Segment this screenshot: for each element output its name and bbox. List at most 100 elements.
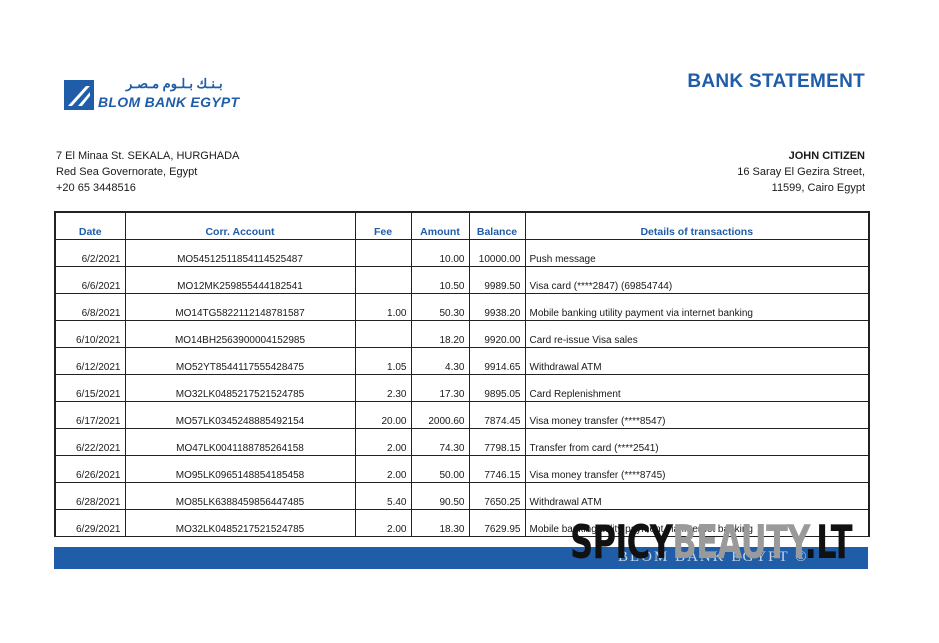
transactions-table: Date Corr. Account Fee Amount Balance De… [54,211,870,537]
table-row: 6/6/2021 MO12MK259855444182541 10.50 9989.5… [54,266,870,294]
cell-details: Withdrawal ATM [524,482,870,510]
cell-corr-account: MO14TG5822112148781587 [124,293,356,321]
cell-balance: 7746.15 [468,455,526,483]
cell-fee: 2.00 [354,455,412,483]
cell-balance: 9989.50 [468,266,526,294]
cell-amount: 4.30 [410,347,470,375]
cell-date: 6/10/2021 [54,320,126,348]
bank-address-line: Red Sea Governorate, Egypt [56,166,198,178]
cell-details: Withdrawal ATM [524,347,870,375]
cell-fee: 5.40 [354,482,412,510]
header-details: Details of transactions [524,211,870,240]
header-date: Date [54,211,126,240]
bank-address: 7 El Minaa St. SEKALA, HURGHADA Red Sea … [56,148,239,196]
cell-balance: 9920.00 [468,320,526,348]
cell-corr-account: MO85LK6388459856447485 [124,482,356,510]
cell-details: Mobile banking utility payment via inter… [524,293,870,321]
header-balance: Balance [468,211,526,240]
overlay-watermark-part: .LT [804,515,853,569]
cell-details: Card re-issue Visa sales [524,320,870,348]
logo-arabic-text: بـنـك بـلـوم مـصـر [126,76,223,91]
bank-phone: +20 65 3448516 [56,182,136,194]
cell-date: 6/17/2021 [54,401,126,429]
table-body: 6/2/2021 MO54512511854114525487 10.00 10000… [54,239,870,537]
cell-balance: 7874.45 [468,401,526,429]
cell-date: 6/29/2021 [54,509,126,537]
cell-date: 6/2/2021 [54,239,126,267]
cell-amount: 50.00 [410,455,470,483]
cell-details: Push message [524,239,870,267]
cell-amount: 50.30 [410,293,470,321]
table-row: 6/28/2021 MO85LK6388459856447485 5.40 90.50… [54,482,870,510]
cell-corr-account: MO95LK0965148854185458 [124,455,356,483]
cell-amount: 90.50 [410,482,470,510]
statement-title: BANK STATEMENT [687,71,865,92]
cell-balance: 7650.25 [468,482,526,510]
cell-date: 6/15/2021 [54,374,126,402]
header-fee: Fee [354,211,412,240]
cell-corr-account: MO47LK0041188785264158 [124,428,356,456]
cell-corr-account: MO32LK0485217521524785 [124,374,356,402]
cell-balance: 10000.00 [468,239,526,267]
cell-amount: 74.30 [410,428,470,456]
bank-address-line: 7 El Minaa St. SEKALA, HURGHADA [56,150,240,162]
cell-corr-account: MO32LK0485217521524785 [124,509,356,537]
customer-name: JOHN CITIZEN [788,150,865,162]
cell-balance: 9914.65 [468,347,526,375]
cell-amount: 18.20 [410,320,470,348]
cell-amount: 10.50 [410,266,470,294]
cell-balance: 7629.95 [468,509,526,537]
bank-logo-icon [64,80,94,110]
table-row: 6/22/2021 MO47LK0041188785264158 2.00 74.30… [54,428,870,456]
cell-fee [354,320,412,348]
cell-fee: 1.00 [354,293,412,321]
table-row: 6/10/2021 MO14BH2563900004152985 18.20 9920… [54,320,870,348]
cell-fee: 2.00 [354,428,412,456]
cell-amount: 17.30 [410,374,470,402]
cell-amount: 10.00 [410,239,470,267]
customer-address: JOHN CITIZEN 16 Saray El Gezira Street, … [737,148,865,196]
cell-date: 6/26/2021 [54,455,126,483]
customer-address-line: 11599, Cairo Egypt [771,182,865,194]
cell-balance: 7798.15 [468,428,526,456]
table-row: 6/8/2021 MO14TG5822112148781587 1.00 50.30 9… [54,293,870,321]
cell-corr-account: MO12MK259855444182541 [124,266,356,294]
cell-details: Visa card (****2847) (69854744) [524,266,870,294]
cell-corr-account: MO57LK0345248885492154 [124,401,356,429]
customer-address-line: 16 Saray El Gezira Street, [737,166,865,178]
cell-fee: 1.05 [354,347,412,375]
cell-amount: 18.30 [410,509,470,537]
cell-balance: 9895.05 [468,374,526,402]
overlay-watermark-part: SPICY [570,515,673,569]
cell-fee: 2.30 [354,374,412,402]
table-row: 6/12/2021 MO52YT8544117555428475 1.05 4.30 9… [54,347,870,375]
cell-corr-account: MO14BH2563900004152985 [124,320,356,348]
cell-date: 6/28/2021 [54,482,126,510]
cell-corr-account: MO54512511854114525487 [124,239,356,267]
table-header-row: Date Corr. Account Fee Amount Balance De… [54,211,870,240]
cell-fee [354,266,412,294]
cell-balance: 9938.20 [468,293,526,321]
bank-logo: بـنـك بـلـوم مـصـر BLOM BANK EGYPT [64,76,264,116]
cell-fee [354,239,412,267]
table-row: 6/2/2021 MO54512511854114525487 10.00 10000… [54,239,870,267]
cell-details: Card Replenishment [524,374,870,402]
cell-corr-account: MO52YT8544117555428475 [124,347,356,375]
header-corr-account: Corr. Account [124,211,356,240]
cell-details: Visa money transfer (****8547) [524,401,870,429]
cell-details: Visa money transfer (****8745) [524,455,870,483]
cell-fee: 2.00 [354,509,412,537]
table-row: 6/26/2021 MO95LK0965148854185458 2.00 50.00… [54,455,870,483]
cell-details: Transfer from card (****2541) [524,428,870,456]
overlay-watermark: SPICYBEAUTY.LT [570,515,853,569]
cell-fee: 20.00 [354,401,412,429]
cell-date: 6/22/2021 [54,428,126,456]
cell-date: 6/6/2021 [54,266,126,294]
cell-date: 6/12/2021 [54,347,126,375]
cell-amount: 2000.60 [410,401,470,429]
overlay-watermark-part: BEAUTY [672,515,805,569]
logo-text: BLOM BANK EGYPT [98,94,240,110]
table-row: 6/17/2021 MO57LK0345248885492154 20.00 2000… [54,401,870,429]
cell-date: 6/8/2021 [54,293,126,321]
header-amount: Amount [410,211,470,240]
